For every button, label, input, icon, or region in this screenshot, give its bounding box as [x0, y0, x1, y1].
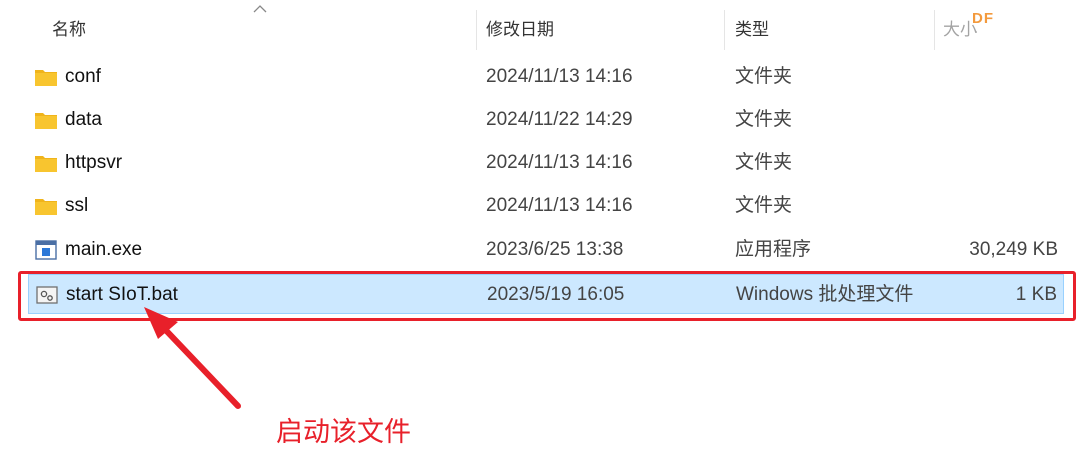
- annotation-arrow-icon: [144, 307, 241, 409]
- annotation-text: 启动该文件: [276, 417, 411, 447]
- file-explorer: 名称 修改日期 类型 大小 DF conf 2024/11/13 14:16 文…: [0, 0, 1080, 476]
